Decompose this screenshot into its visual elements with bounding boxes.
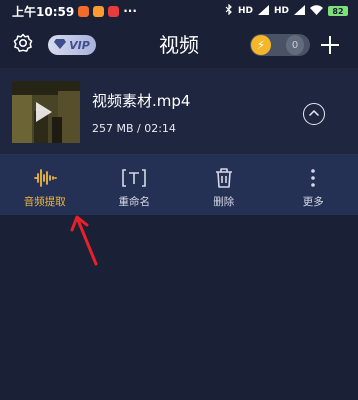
action-label: 更多 bbox=[302, 196, 324, 208]
collapse-button[interactable] bbox=[303, 103, 325, 125]
status-right: HD HD 82 bbox=[225, 3, 348, 18]
rename-button[interactable]: 重命名 bbox=[90, 155, 180, 215]
trash-icon bbox=[214, 167, 234, 189]
rename-icon bbox=[121, 167, 147, 189]
signal-icon bbox=[294, 4, 305, 18]
signal-label: HD bbox=[237, 6, 253, 16]
vip-label: VIP bbox=[69, 38, 90, 52]
settings-gear-icon[interactable] bbox=[12, 32, 34, 58]
diamond-icon bbox=[54, 38, 67, 52]
more-vertical-icon bbox=[310, 167, 316, 189]
more-button[interactable]: 更多 bbox=[269, 155, 358, 215]
action-bar: 音频提取 重命名 删除 更多 bbox=[0, 155, 358, 215]
add-button[interactable] bbox=[318, 33, 342, 57]
status-time: 上午10:59 bbox=[12, 4, 75, 19]
status-left: 上午10:59 ··· bbox=[12, 3, 137, 20]
file-meta: 257 MB / 02:14 bbox=[92, 122, 176, 135]
video-file-item[interactable]: 视频素材.mp4 257 MB / 02:14 bbox=[0, 68, 358, 155]
more-notifications-icon: ··· bbox=[123, 4, 137, 18]
plus-icon bbox=[321, 36, 339, 54]
signal-label: HD bbox=[273, 6, 289, 16]
annotation-arrow-icon bbox=[70, 215, 98, 266]
chevron-up-icon bbox=[308, 109, 320, 117]
file-name: 视频素材.mp4 bbox=[92, 92, 191, 110]
notification-app-icon bbox=[108, 5, 120, 17]
audio-waveform-icon bbox=[33, 167, 57, 189]
app-header: VIP 视频 ⚡ 0 bbox=[0, 22, 358, 68]
notification-app-icon bbox=[93, 5, 105, 17]
action-label: 删除 bbox=[213, 196, 235, 208]
delete-button[interactable]: 删除 bbox=[179, 155, 269, 215]
play-icon bbox=[36, 102, 52, 122]
wifi-icon bbox=[310, 4, 323, 18]
bluetooth-icon bbox=[225, 3, 233, 18]
notification-app-icon bbox=[78, 5, 90, 17]
status-bar: 上午10:59 ··· HD HD 82 bbox=[0, 0, 358, 22]
video-thumbnail[interactable] bbox=[12, 81, 80, 143]
action-label: 音频提取 bbox=[23, 196, 66, 208]
audio-extract-button[interactable]: 音频提取 bbox=[0, 155, 90, 215]
coin-toggle[interactable]: ⚡ 0 bbox=[250, 34, 310, 56]
lightning-coin-icon: ⚡ bbox=[251, 35, 271, 55]
coin-count: 0 bbox=[286, 35, 304, 55]
signal-icon bbox=[257, 4, 269, 18]
vip-button[interactable]: VIP bbox=[48, 35, 96, 55]
action-label: 重命名 bbox=[118, 196, 151, 208]
battery-icon: 82 bbox=[328, 6, 348, 16]
